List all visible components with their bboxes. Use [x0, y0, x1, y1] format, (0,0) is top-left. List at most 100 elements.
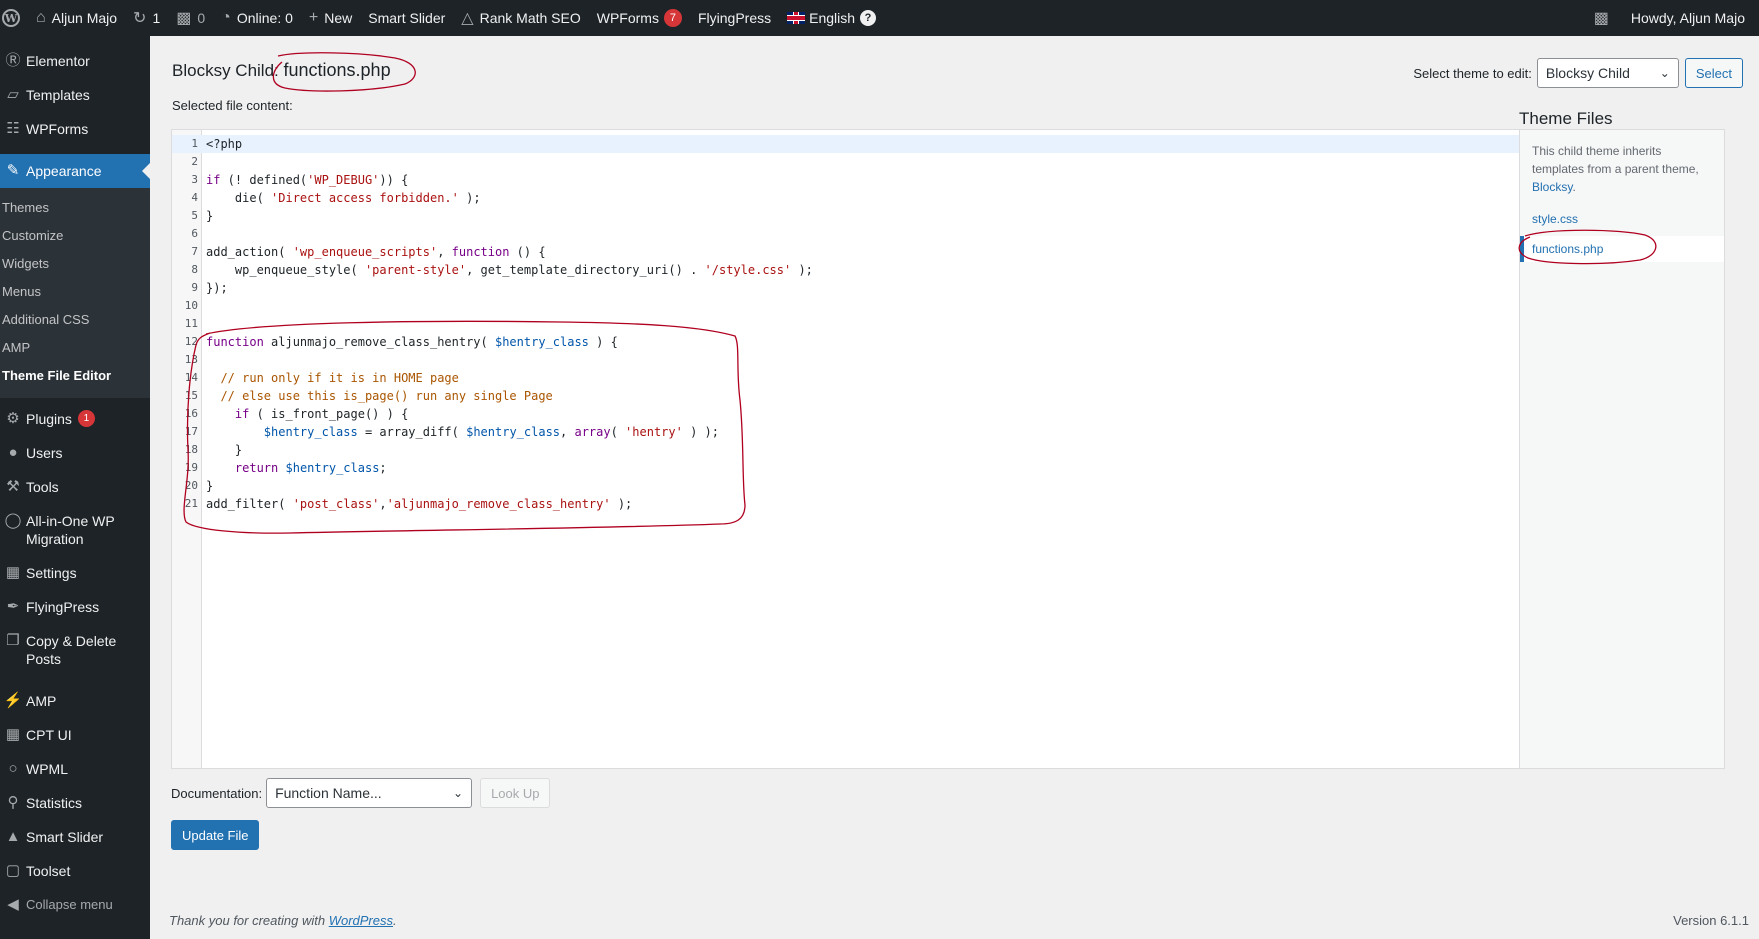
code-text: }: [206, 443, 243, 457]
code-line[interactable]: 16 if ( is_front_page() ) {: [172, 405, 1522, 423]
comment-icon: ▩: [176, 10, 192, 27]
smart-slider-menu[interactable]: Smart Slider: [360, 0, 453, 36]
submenu-amp[interactable]: AMP: [0, 334, 150, 362]
menu-amp[interactable]: ⚡ AMP: [0, 684, 150, 718]
code-line[interactable]: 13: [172, 351, 1522, 369]
statistics-icon: ⚲: [7, 794, 19, 811]
code-line[interactable]: 21 add_filter( 'post_class','aljunmajo_re…: [172, 495, 1522, 513]
code-line[interactable]: 5}: [172, 207, 1522, 225]
menu-statistics[interactable]: ⚲ Statistics: [0, 786, 150, 820]
notification-icon: ▩: [1593, 10, 1609, 27]
submenu-menus[interactable]: Menus: [0, 278, 150, 306]
file-style-css[interactable]: style.css: [1520, 206, 1724, 232]
code-line[interactable]: 2: [172, 153, 1522, 171]
paintbrush-icon: ✎: [6, 162, 20, 179]
menu-label: Toolset: [26, 863, 71, 879]
code-line[interactable]: 6: [172, 225, 1522, 243]
code-text: });: [206, 281, 228, 295]
code-line[interactable]: 4 die( 'Direct access forbidden.' );: [172, 189, 1522, 207]
code-line[interactable]: 17 $hentry_class = array_diff( $hentry_c…: [172, 423, 1522, 441]
code-line[interactable]: 12 function aljunmajo_remove_class_hentry…: [172, 333, 1522, 351]
code-line[interactable]: 14 // run only if it is in HOME page: [172, 369, 1522, 387]
code-line[interactable]: 15 // else use this is_page() run any si…: [172, 387, 1522, 405]
wp-logo-menu[interactable]: W: [0, 0, 28, 36]
updates-menu[interactable]: ↻ 1: [125, 0, 168, 36]
language-menu[interactable]: English ?: [779, 0, 884, 36]
online-count: Online: 0: [236, 10, 293, 26]
online-status[interactable]: ◔ Online: 0: [213, 0, 301, 36]
menu-wpml[interactable]: ○ WPML: [0, 752, 150, 786]
line-number: 6: [191, 227, 198, 240]
menu-templates[interactable]: ▱ Templates: [0, 78, 150, 112]
function-name-select[interactable]: Function Name... ⌄: [266, 778, 473, 808]
update-file-button[interactable]: Update File: [171, 820, 260, 850]
line-number: 19: [184, 461, 198, 474]
site-name-menu[interactable]: ⌂ Aljun Majo: [28, 0, 125, 36]
theme-files-title: Theme Files: [1519, 109, 1613, 128]
menu-smart-slider[interactable]: ▲ Smart Slider: [0, 820, 150, 854]
menu-users[interactable]: ● Users: [0, 436, 150, 470]
menu-label: Statistics: [26, 795, 83, 811]
menu-settings[interactable]: ▦ Settings: [0, 556, 150, 590]
wordpress-link[interactable]: WordPress: [329, 913, 393, 928]
main-content: Blocksy Child: functions.php Selected fi…: [150, 36, 1759, 939]
code-line[interactable]: 9});: [172, 279, 1522, 297]
menu-elementor[interactable]: Ⓡ Elementor: [0, 44, 150, 78]
menu-copy-delete-posts[interactable]: ❐ Copy & Delete Posts: [0, 624, 150, 676]
comments-menu[interactable]: ▩ 0: [168, 0, 213, 36]
theme-files-description: This child theme inherits templates from…: [1532, 142, 1712, 196]
theme-files-panel: Theme Files This child theme inherits te…: [1519, 109, 1725, 769]
code-line[interactable]: 3 if (! defined('WP_DEBUG')) {: [172, 171, 1522, 189]
amp-icon: ⚡: [3, 692, 23, 709]
menu-appearance[interactable]: ✎ Appearance: [0, 154, 150, 188]
select-theme-label: Select theme to edit:: [1413, 65, 1532, 81]
new-label: New: [324, 10, 353, 26]
new-content-menu[interactable]: + New: [301, 0, 360, 36]
code-line[interactable]: 8 wp_enqueue_style( 'parent-style', get_…: [172, 261, 1522, 279]
wpforms-menu[interactable]: WPForms 7: [589, 0, 690, 36]
menu-plugins[interactable]: ⚙ Plugins 1: [0, 402, 150, 436]
code-line[interactable]: 11: [172, 315, 1522, 333]
submenu-theme-file-editor[interactable]: Theme File Editor: [0, 362, 150, 390]
code-line[interactable]: 18 }: [172, 441, 1522, 459]
code-line[interactable]: 1 <?php: [172, 135, 1522, 153]
submenu-customize[interactable]: Customize: [0, 222, 150, 250]
menu-all-in-one-migration[interactable]: ◯ All-in-One WP Migration: [0, 504, 150, 556]
menu-label: FlyingPress: [26, 599, 100, 615]
line-number: 16: [184, 407, 198, 420]
code-line[interactable]: 20}: [172, 477, 1522, 495]
line-number: 18: [184, 443, 198, 456]
menu-flyingpress[interactable]: ✒ FlyingPress: [0, 590, 150, 624]
parent-theme-link[interactable]: Blocksy: [1532, 180, 1572, 194]
theme-select[interactable]: Blocksy Child ⌄: [1536, 58, 1679, 88]
select-theme-button[interactable]: Select: [1684, 58, 1743, 88]
file-functions-php[interactable]: functions.php: [1520, 236, 1724, 262]
code-line[interactable]: 7 add_action( 'wp_enqueue_scripts', funct…: [172, 243, 1522, 261]
submenu-widgets[interactable]: Widgets: [0, 250, 150, 278]
description-end: .: [1572, 180, 1576, 194]
collapse-menu-button[interactable]: ◀ Collapse menu: [0, 888, 150, 922]
uk-flag-icon: [787, 12, 806, 24]
code-line[interactable]: 19 return $hentry_class;: [172, 459, 1522, 477]
code-line[interactable]: 10: [172, 297, 1522, 315]
menu-label: Templates: [26, 87, 90, 103]
plus-icon: +: [308, 9, 319, 26]
flyingpress-menu[interactable]: FlyingPress: [690, 0, 779, 36]
code-editor[interactable]: 1 <?php 2 3 if (! defined('WP_DEBUG')) {4 di…: [171, 129, 1523, 769]
help-icon[interactable]: ?: [860, 10, 877, 26]
submenu-themes[interactable]: Themes: [0, 194, 150, 222]
rank-math-menu[interactable]: △ Rank Math SEO: [453, 0, 588, 36]
plugin-icon: ⚙: [6, 410, 20, 427]
lookup-button[interactable]: Look Up: [480, 778, 551, 808]
my-account-menu[interactable]: Howdy, Aljun Majo: [1623, 0, 1759, 36]
menu-toolset[interactable]: ▢ Toolset: [0, 854, 150, 888]
menu-cpt-ui[interactable]: ▦ CPT UI: [0, 718, 150, 752]
version-label: Version 6.1.1: [1673, 913, 1749, 928]
slider-icon: ▲: [5, 828, 21, 845]
notifications-menu[interactable]: ▩: [1586, 0, 1623, 36]
chevron-down-icon: ⌄: [1659, 66, 1670, 80]
menu-wpforms[interactable]: ☷ WPForms: [0, 112, 150, 146]
menu-tools[interactable]: ⚒ Tools: [0, 470, 150, 504]
submenu-additional-css[interactable]: Additional CSS: [0, 306, 150, 334]
